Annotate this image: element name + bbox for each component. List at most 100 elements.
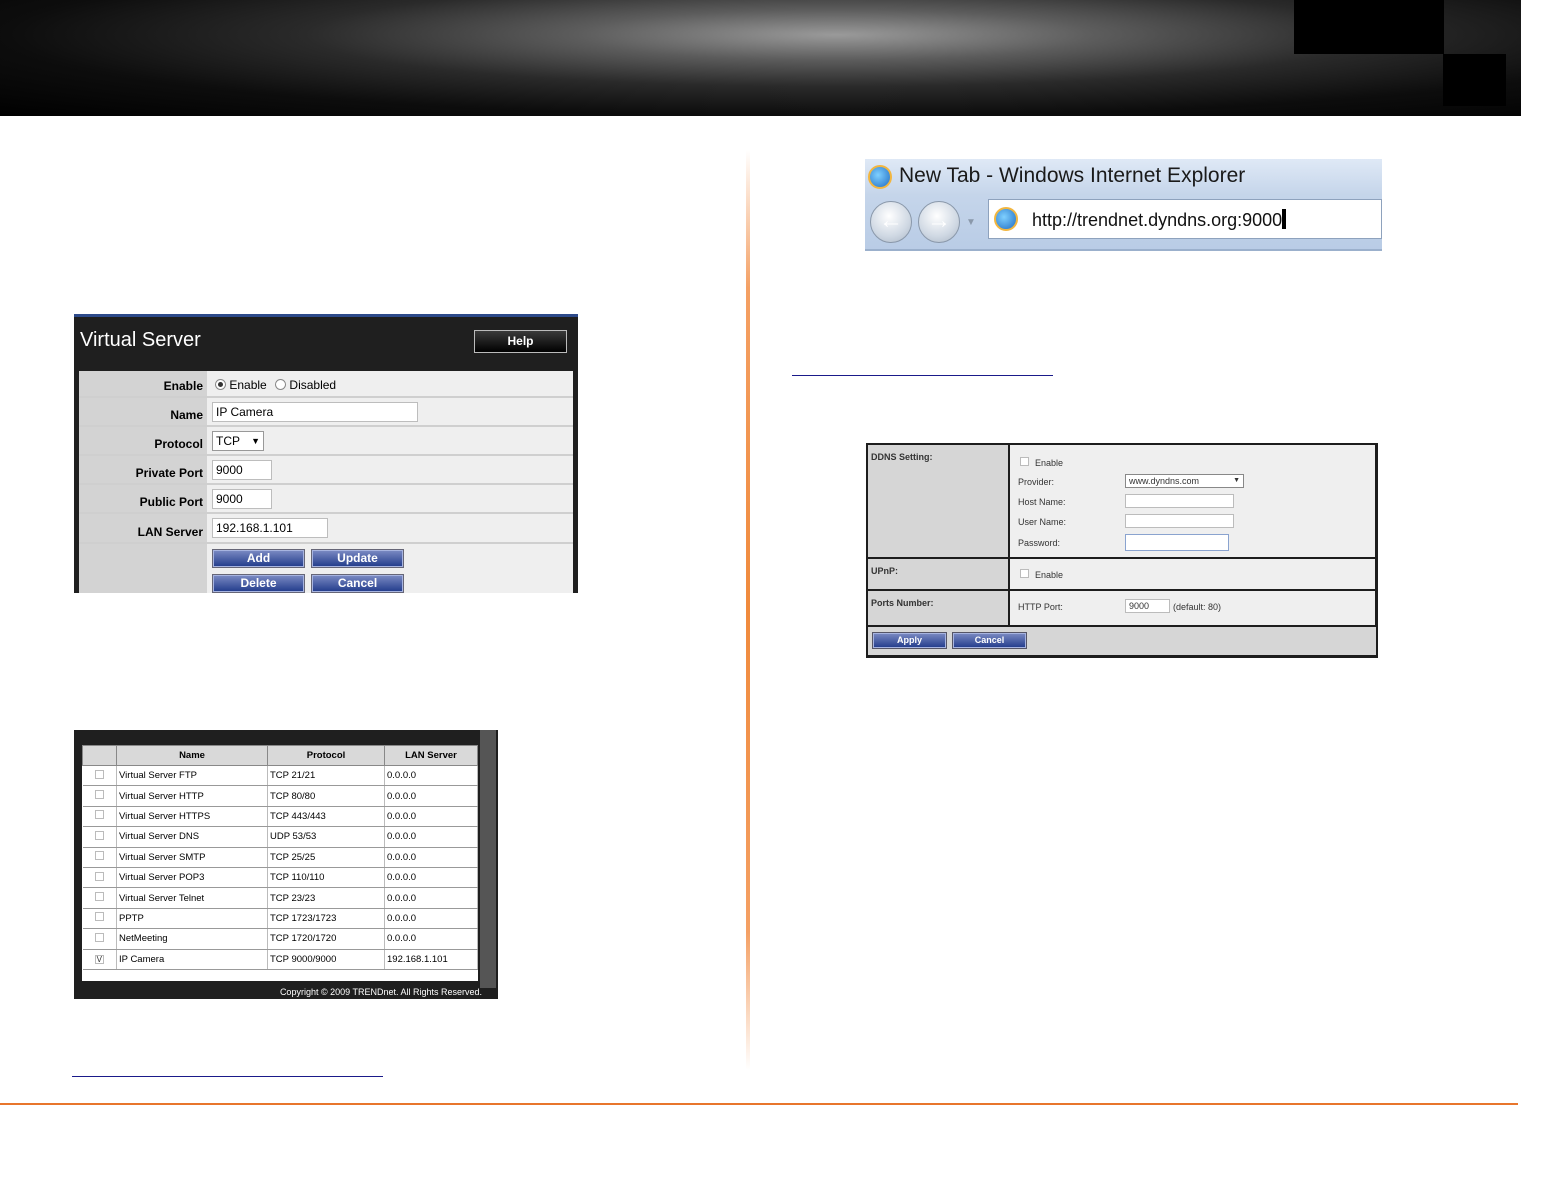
column-header: LAN Server [384,745,478,766]
cancel-button[interactable]: Cancel [952,632,1027,649]
radio-label: Disabled [289,378,337,392]
private-port-input[interactable]: 9000 [212,460,272,480]
forward-button[interactable]: → [918,201,960,243]
table-row[interactable]: Virtual Server POP3 TCP 110/110 0.0.0.0 [82,867,478,889]
field-label: Enable [79,371,207,396]
row-checkbox[interactable] [94,932,104,942]
protocol-cell: TCP 25/25 [267,847,385,868]
name-cell: Virtual Server FTP [116,765,268,787]
name-input[interactable]: IP Camera [212,402,418,422]
browser-window-header: New Tab - Windows Internet Explorer ← → … [865,159,1382,251]
row-checkbox[interactable] [94,790,104,800]
virtual-server-form: Enable Enable Disabled Name IP Camera Pr… [79,371,573,593]
table-row[interactable]: Virtual Server SMTP TCP 25/25 0.0.0.0 [82,847,478,868]
window-title: New Tab - Windows Internet Explorer [899,164,1246,187]
table-row[interactable]: PPTP TCP 1723/1723 0.0.0.0 [82,908,478,930]
protocol-cell: TCP 1723/1723 [267,908,385,930]
row-checkbox[interactable]: V [94,954,104,964]
protocol-cell: TCP 9000/9000 [267,949,385,970]
row-checkbox[interactable] [94,912,104,922]
lan-server-cell: 0.0.0.0 [384,847,478,868]
user-name-input[interactable] [1125,514,1234,528]
name-cell: Virtual Server Telnet [116,887,268,909]
address-bar[interactable]: http://trendnet.dyndns.org:9000 [988,199,1382,239]
checkbox-label: Enable [1035,570,1064,580]
lan-server-cell: 192.168.1.101 [209,514,573,542]
column-header: Name [116,745,268,766]
select-cell [82,765,117,787]
lan-server-cell: 0.0.0.0 [384,867,478,889]
lan-server-cell: 0.0.0.0 [384,887,478,909]
help-button[interactable]: Help [474,330,567,353]
ddns-enable-checkbox[interactable] [1020,457,1029,466]
lan-server-cell: 0.0.0.0 [384,785,478,807]
table-row[interactable]: Virtual Server FTP TCP 21/21 0.0.0.0 [82,765,478,787]
arrow-right-icon: → [927,207,951,234]
lan-server-cell: 0.0.0.0 [384,826,478,848]
field-label [79,544,207,593]
enable-radio[interactable] [215,379,226,390]
ddns-setting-label: DDNS Setting: [868,445,1008,557]
column-divider [746,150,750,1070]
select-cell [82,826,117,848]
row-checkbox[interactable] [94,810,104,820]
upnp-enable-checkbox[interactable] [1020,569,1029,578]
action-row: Add Update Delete Cancel [79,544,573,593]
field-label: Protocol [79,427,207,454]
url-text[interactable]: http://trendnet.dyndns.org:9000 [1032,209,1287,231]
private-port-row: Private Port 9000 [79,456,573,485]
history-dropdown-icon[interactable]: ▼ [966,217,976,228]
protocol-value: TCP [216,434,240,448]
page-icon [994,207,1018,231]
provider-select[interactable]: www.dyndns.com ▼ [1125,474,1244,488]
lan-server-row: LAN Server 192.168.1.101 [79,514,573,544]
add-button[interactable]: Add [212,549,305,568]
delete-button[interactable]: Delete [212,574,305,593]
http-port-input[interactable]: 9000 [1125,599,1170,613]
row-checkbox[interactable] [94,851,104,861]
table-row[interactable]: Virtual Server HTTP TCP 80/80 0.0.0.0 [82,785,478,807]
disabled-radio[interactable] [275,379,287,390]
cancel-button[interactable]: Cancel [311,574,404,593]
protocol-row: Protocol TCP ▼ [79,427,573,456]
header-block [1294,0,1444,54]
select-cell [82,887,117,909]
back-button[interactable]: ← [870,201,912,243]
protocol-cell: TCP 23/23 [267,887,385,909]
table-row[interactable]: Virtual Server Telnet TCP 23/23 0.0.0.0 [82,887,478,909]
enable-options: Enable Disabled [209,371,573,396]
ports-number-fields: HTTP Port: 9000 (default: 80) [1010,591,1375,625]
protocol-cell: UDP 53/53 [267,826,385,848]
update-button[interactable]: Update [311,549,404,568]
url-value: http://trendnet.dyndns.org:9000 [1032,210,1283,230]
virtual-server-table-wrap: Name Protocol LAN Server Virtual Server … [82,745,478,981]
field-label: Name [79,398,207,425]
row-checkbox[interactable] [94,871,104,881]
lan-server-cell: 0.0.0.0 [384,806,478,828]
row-checkbox[interactable] [94,830,104,840]
row-checkbox[interactable] [94,892,104,902]
name-cell: IP Camera [209,398,573,425]
table-row[interactable]: V IP Camera TCP 9000/9000 192.168.1.101 [82,949,478,970]
field-label: Password: [1018,538,1061,548]
protocol-cell: TCP 443/443 [267,806,385,828]
name-cell: Virtual Server HTTPS [116,806,268,828]
public-port-input[interactable]: 9000 [212,489,272,509]
host-name-input[interactable] [1125,494,1234,508]
scrollbar[interactable] [480,730,496,988]
table-row[interactable]: Virtual Server DNS UDP 53/53 0.0.0.0 [82,826,478,848]
chevron-down-icon: ▼ [251,436,260,446]
lan-server-input[interactable]: 192.168.1.101 [212,518,328,538]
row-checkbox[interactable] [94,769,104,779]
protocol-cell: TCP 110/110 [267,867,385,889]
apply-button[interactable]: Apply [872,632,947,649]
heading-underline [792,375,1053,376]
header-block [1443,54,1506,106]
password-input[interactable] [1125,534,1229,551]
virtual-server-list-panel: Name Protocol LAN Server Virtual Server … [74,730,498,999]
table-row[interactable]: NetMeeting TCP 1720/1720 0.0.0.0 [82,928,478,950]
protocol-select[interactable]: TCP ▼ [212,431,264,451]
footer-rule [0,1103,1518,1105]
protocol-cell: TCP 80/80 [267,785,385,807]
table-row[interactable]: Virtual Server HTTPS TCP 443/443 0.0.0.0 [82,806,478,828]
